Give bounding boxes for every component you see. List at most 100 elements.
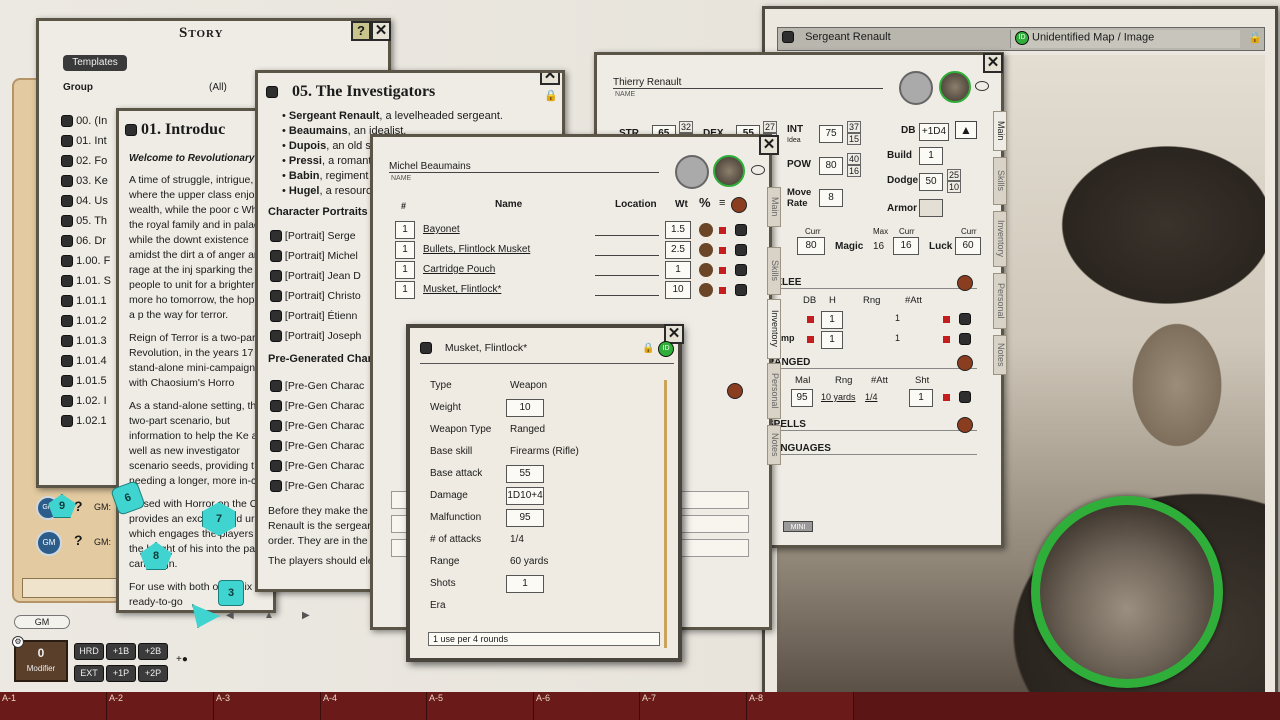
lock-icon[interactable]: 🔒: [642, 343, 654, 354]
era-field[interactable]: 1 use per 4 rounds: [428, 632, 660, 646]
table-row[interactable]: 1 Bayonet 1.5: [393, 221, 753, 241]
list-menu-icon[interactable]: ≡: [719, 197, 725, 209]
avatar[interactable]: [713, 155, 745, 187]
magic-curr[interactable]: 16: [893, 237, 919, 255]
hard-button[interactable]: HRD: [74, 643, 104, 660]
edit-icon[interactable]: [727, 383, 743, 399]
tab-main[interactable]: Main: [993, 111, 1007, 151]
carried-icon[interactable]: %: [699, 195, 711, 210]
extreme-button[interactable]: EXT: [74, 665, 104, 682]
plus-2p-button[interactable]: +2P: [138, 665, 168, 682]
close-icon[interactable]: ✕: [759, 135, 779, 155]
gear-icon[interactable]: ⚙: [12, 636, 24, 648]
intro-window: 01. Introduc Welcome to Revolutionary A …: [116, 108, 276, 613]
help-icon[interactable]: ?: [351, 21, 371, 41]
stat-str-half: 32: [679, 121, 693, 133]
gm-identity[interactable]: GM: [14, 615, 70, 629]
tab-skills[interactable]: Skills: [767, 247, 781, 295]
hotbar-slot-a3[interactable]: A-3: [214, 692, 321, 720]
edit-icon[interactable]: [957, 275, 973, 291]
list-item[interactable]: [Pre-Gen Charac: [270, 396, 364, 416]
hotbar-slot-a7[interactable]: A-7: [640, 692, 747, 720]
list-item[interactable]: [Pre-Gen Charac: [270, 456, 364, 476]
ranged-row[interactable]: 95 10 yards 1/4 1: [787, 389, 977, 407]
chat-input[interactable]: [22, 578, 122, 598]
chevron-left-icon[interactable]: ◀: [226, 610, 234, 621]
id-icon[interactable]: ID: [658, 341, 674, 357]
bag-icon: [699, 263, 713, 277]
token-portrait[interactable]: [1031, 496, 1223, 688]
chat-icon[interactable]: [975, 81, 989, 91]
hotbar-slot-a4[interactable]: A-4: [321, 692, 427, 720]
stat-int[interactable]: 75: [819, 125, 843, 143]
field-base-attack: Base attack 55: [430, 465, 660, 490]
list-item[interactable]: [Portrait] Jean D: [270, 266, 361, 286]
templates-button[interactable]: Templates: [63, 55, 127, 71]
edit-icon[interactable]: [731, 197, 747, 213]
table-row[interactable]: 1 Cartridge Pouch 1: [393, 261, 753, 281]
hotbar-slot-a8[interactable]: A-8: [747, 692, 854, 720]
list-item[interactable]: [Portrait] Joseph: [270, 326, 361, 346]
luck-curr[interactable]: 60: [955, 237, 981, 255]
lock-icon[interactable]: 🔒: [544, 89, 558, 102]
table-row[interactable]: 1 Bullets, Flintlock Musket 2.5: [393, 241, 753, 261]
tab-notes[interactable]: Notes: [767, 425, 781, 465]
edit-icon[interactable]: [957, 355, 973, 371]
plus-1b-button[interactable]: +1B: [106, 643, 136, 660]
chevron-up-icon[interactable]: ▲: [264, 610, 274, 621]
list-item[interactable]: [Portrait] Michel: [270, 246, 361, 266]
avatar-placeholder[interactable]: [899, 71, 933, 105]
tab-main[interactable]: Main: [767, 187, 781, 227]
avatar-placeholder[interactable]: [675, 155, 709, 189]
melee-row[interactable]: 1 1: [787, 311, 977, 329]
tab-personal[interactable]: Personal: [993, 273, 1007, 329]
list-item[interactable]: [Pre-Gen Charac: [270, 476, 364, 496]
tab-inventory[interactable]: Inventory: [993, 211, 1007, 267]
hotbar-slot-a6[interactable]: A-6: [534, 692, 640, 720]
mini-button[interactable]: MINI: [783, 521, 813, 532]
plus-2b-button[interactable]: +2B: [138, 643, 168, 660]
armor-value[interactable]: [919, 199, 943, 217]
hotbar-slot-a1[interactable]: A-1: [0, 692, 107, 720]
chevron-right-icon[interactable]: ▶: [302, 610, 310, 621]
close-icon[interactable]: ✕: [371, 21, 391, 41]
melee-row[interactable]: mp 1 1: [781, 331, 977, 349]
list-item[interactable]: [Portrait] Christo: [270, 286, 361, 306]
intro-title: 01. Introduc: [125, 121, 225, 139]
plus-1p-button[interactable]: +1P: [106, 665, 136, 682]
lock-icon[interactable]: 🔒: [1248, 31, 1262, 44]
scrollbar[interactable]: [664, 380, 667, 648]
tab-personal[interactable]: Personal: [767, 363, 781, 419]
stat-pow[interactable]: 80: [819, 157, 843, 175]
intro-subtitle: Welcome to Revolutionary: [129, 153, 255, 164]
hp-curr[interactable]: 80: [797, 237, 825, 255]
hotbar-slot-a2[interactable]: A-2: [107, 692, 214, 720]
tab-skills[interactable]: Skills: [993, 157, 1007, 205]
name-label: NAME: [391, 175, 412, 182]
group-filter[interactable]: (All): [209, 82, 227, 93]
list-item[interactable]: [Portrait] Serge: [270, 226, 361, 246]
tab-sergeant-renault[interactable]: Sergeant Renault: [782, 31, 1012, 47]
list-item[interactable]: [Pre-Gen Charac: [270, 376, 364, 396]
avatar[interactable]: [939, 71, 971, 103]
db-value[interactable]: +1D4: [919, 123, 949, 141]
table-row[interactable]: 1 Musket, Flintlock* 10: [393, 281, 753, 301]
tab-notes[interactable]: Notes: [993, 335, 1007, 375]
tab-unidentified-map[interactable]: ID Unidentified Map / Image: [1010, 30, 1240, 48]
close-icon[interactable]: ✕: [540, 73, 560, 85]
move-rate[interactable]: 8: [819, 189, 843, 207]
tab-inventory[interactable]: Inventory: [767, 299, 781, 359]
build-value[interactable]: 1: [919, 147, 943, 165]
close-icon[interactable]: ✕: [983, 53, 1003, 73]
dice-tower-icon[interactable]: +●: [176, 654, 188, 665]
hotbar-slot-a5[interactable]: A-5: [427, 692, 534, 720]
help-icon: ?: [74, 532, 83, 548]
roll-icon[interactable]: ▲: [955, 121, 977, 139]
list-item[interactable]: [Pre-Gen Charac: [270, 436, 364, 456]
list-item[interactable]: [Pre-Gen Charac: [270, 416, 364, 436]
dodge-value[interactable]: 50: [919, 173, 943, 191]
edit-icon[interactable]: [957, 417, 973, 433]
list-item[interactable]: [Portrait] Étienn: [270, 306, 361, 326]
chat-icon[interactable]: [751, 165, 765, 175]
d4-die[interactable]: 3: [218, 580, 244, 606]
